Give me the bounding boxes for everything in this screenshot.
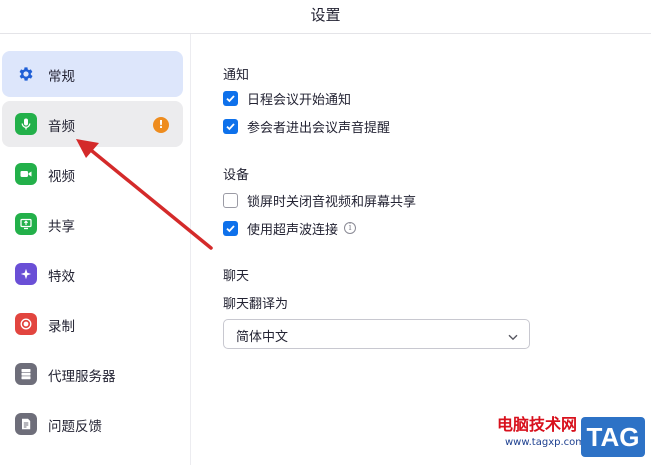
proxy-server-icon: [15, 363, 37, 385]
title-bar: 设置: [0, 0, 651, 34]
lock-screen-disable-label: 锁屏时关闭音视频和屏幕共享: [247, 194, 417, 210]
watermark-brand: 电脑技术网: [497, 415, 578, 434]
sidebar-item-audio[interactable]: 音频 !: [2, 101, 183, 147]
chat-heading: 聊天: [223, 269, 250, 284]
info-icon[interactable]: i: [344, 222, 357, 234]
ultrasonic-connect-option[interactable]: 使用超声波连接 i: [223, 219, 357, 238]
chevron-down-icon: [507, 328, 519, 347]
microphone-icon: [15, 113, 37, 135]
sidebar-item-label: 特效: [48, 269, 75, 285]
settings-sidebar: 常规 音频 ! 视频 共享 特效 录制 代理服务器 问题反馈: [0, 34, 191, 465]
sidebar-item-share[interactable]: 共享: [2, 201, 183, 247]
sidebar-item-video[interactable]: 视频: [2, 151, 183, 197]
warning-badge: !: [153, 117, 169, 133]
settings-content: 通知 日程会议开始通知 参会者进出会议声音提醒 设备 锁屏时关闭音视频和屏幕共享…: [192, 34, 651, 465]
lock-screen-disable-option[interactable]: 锁屏时关闭音视频和屏幕共享: [223, 191, 417, 210]
video-camera-icon: [15, 163, 37, 185]
record-icon: [15, 313, 37, 335]
window-title: 设置: [310, 6, 341, 24]
translate-language-value: 简体中文: [236, 330, 289, 345]
ultrasonic-connect-label: 使用超声波连接: [247, 222, 339, 238]
join-leave-sound-checkbox[interactable]: [223, 118, 238, 134]
sidebar-item-proxy-server[interactable]: 代理服务器: [2, 351, 183, 397]
sidebar-item-label: 代理服务器: [48, 369, 116, 385]
join-leave-sound-label: 参会者进出会议声音提醒: [247, 120, 391, 136]
gear-icon: [15, 63, 37, 85]
sidebar-item-record[interactable]: 录制: [2, 301, 183, 347]
sidebar-item-label: 视频: [48, 169, 75, 185]
meeting-start-notify-label: 日程会议开始通知: [247, 92, 352, 108]
feedback-icon: [15, 413, 37, 435]
notifications-heading: 通知: [223, 68, 250, 83]
device-heading: 设备: [223, 168, 250, 183]
sidebar-item-general[interactable]: 常规: [2, 51, 183, 97]
meeting-start-notify-checkbox[interactable]: [223, 90, 238, 106]
sidebar-item-label: 音频: [48, 119, 75, 135]
lock-screen-disable-checkbox[interactable]: [223, 192, 238, 208]
sidebar-item-label: 常规: [48, 69, 75, 85]
sidebar-item-label: 问题反馈: [48, 419, 102, 435]
sidebar-item-label: 录制: [48, 319, 75, 335]
join-leave-sound-option[interactable]: 参会者进出会议声音提醒: [223, 117, 391, 136]
sidebar-item-feedback[interactable]: 问题反馈: [2, 401, 183, 447]
chat-translate-label: 聊天翻译为: [223, 297, 289, 312]
translate-language-select[interactable]: 简体中文: [223, 319, 530, 349]
sidebar-item-label: 共享: [48, 219, 75, 235]
ultrasonic-connect-checkbox[interactable]: [223, 220, 238, 236]
meeting-start-notify-option[interactable]: 日程会议开始通知: [223, 89, 352, 108]
effects-icon: [15, 263, 37, 285]
site-watermark: 电脑技术网 www.tagxp.com TAG: [475, 409, 645, 461]
watermark-tag-logo: TAG: [581, 417, 645, 457]
watermark-url: www.tagxp.com: [505, 437, 585, 448]
share-screen-icon: [15, 213, 37, 235]
sidebar-item-effects[interactable]: 特效: [2, 251, 183, 297]
